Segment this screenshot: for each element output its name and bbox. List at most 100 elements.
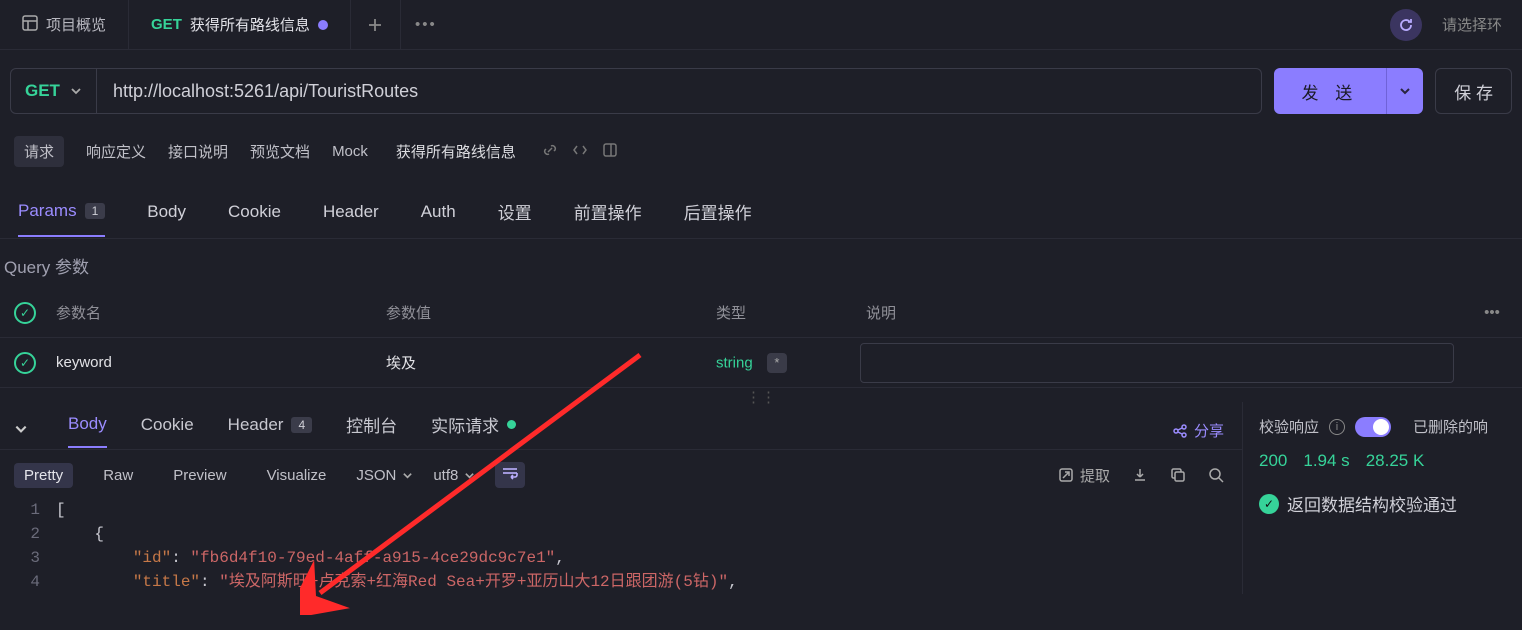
subtab-header[interactable]: Header [323,202,379,236]
download-icon[interactable] [1132,467,1148,483]
tab-project-overview[interactable]: 项目概览 [0,0,129,49]
tab-title: 获得所有路线信息 [190,14,310,35]
method-badge: GET [151,16,182,33]
send-dropdown[interactable] [1386,68,1423,114]
resp-tab-header-label: Header [228,415,284,435]
view-pretty[interactable]: Pretty [14,463,73,488]
resp-tab-header[interactable]: Header 4 [228,415,312,447]
view-raw[interactable]: Raw [93,463,143,488]
copy-icon[interactable] [1170,467,1186,483]
new-tab-button[interactable] [351,0,401,49]
code-l3-val: "fb6d4f10-79ed-4aff-a915-4ce29dc9c7e1" [190,549,555,567]
response-sidebar: 校验响应 i 已删除的响 200 1.94 s 28.25 K ✓ 返回数据结构… [1242,402,1522,594]
url-input[interactable] [97,68,1262,114]
response-time: 1.94 s [1303,451,1349,471]
col-desc: 说明 [860,302,1462,323]
param-value[interactable]: 埃及 [380,352,710,373]
subtab-settings[interactable]: 设置 [498,199,532,238]
code-l2: { [56,525,104,543]
refresh-button[interactable] [1390,9,1422,41]
wrap-icon[interactable] [495,462,525,488]
row-check-icon[interactable]: ✓ [14,352,36,374]
subtab-params[interactable]: Params 1 [18,201,105,237]
save-button[interactable]: 保 存 [1435,68,1512,114]
request-subtabs: Params 1 Body Cookie Header Auth 设置 前置操作… [0,179,1522,239]
subtab-auth[interactable]: Auth [421,202,456,236]
subtab-post[interactable]: 后置操作 [684,199,752,238]
request-row: GET 发 送 保 存 [0,50,1522,128]
col-type: 类型 [710,302,860,323]
share-label: 分享 [1194,420,1224,441]
nav-request[interactable]: 请求 [14,136,64,167]
resp-tab-cookie[interactable]: Cookie [141,415,194,447]
line-gutter: 1234 [0,498,56,594]
tabs-bar: 项目概览 GET 获得所有路线信息 ••• 请选择环 [0,0,1522,50]
extract-label: 提取 [1080,465,1110,486]
drag-handle-icon[interactable]: ⋮⋮ [0,388,1522,402]
collapse-icon[interactable] [14,422,28,440]
check-icon: ✓ [1259,494,1279,514]
view-visualize[interactable]: Visualize [257,463,337,488]
response-size: 28.25 K [1366,451,1425,471]
method-label: GET [25,81,60,101]
share-button[interactable]: 分享 [1172,420,1224,441]
tab-api-active[interactable]: GET 获得所有路线信息 [129,0,351,49]
resp-tab-actual[interactable]: 实际请求 [431,412,516,449]
format-label: JSON [356,467,396,484]
format-select[interactable]: JSON [356,467,413,484]
subtab-body[interactable]: Body [147,202,186,236]
tab-more-button[interactable]: ••• [401,0,451,49]
send-label: 发 送 [1274,79,1387,104]
col-more-icon[interactable]: ••• [1462,304,1522,321]
send-button[interactable]: 发 送 [1274,68,1424,114]
col-value: 参数值 [380,302,710,323]
encoding-select[interactable]: utf8 [433,467,475,484]
param-type[interactable]: string * [710,353,860,373]
code-l4-val: "埃及阿斯旺+卢克索+红海Red Sea+开罗+亚历山大12日跟团游(5钻)" [219,573,728,591]
nav-preview-doc[interactable]: 预览文档 [250,141,310,162]
breadcrumb-title: 获得所有路线信息 [396,141,516,162]
check-all-icon[interactable]: ✓ [14,302,36,324]
subtab-params-label: Params [18,201,77,221]
panel-icon[interactable] [602,142,618,162]
asterisk-icon: * [767,353,787,373]
environment-select[interactable]: 请选择环 [1434,14,1510,35]
nav-response-def[interactable]: 响应定义 [86,141,146,162]
validate-result: 返回数据结构校验通过 [1287,491,1457,516]
search-icon[interactable] [1208,467,1224,483]
param-desc-input[interactable] [860,343,1454,383]
params-header-row: ✓ 参数名 参数值 类型 说明 ••• [0,288,1522,338]
subtab-cookie[interactable]: Cookie [228,202,281,236]
resp-tab-console[interactable]: 控制台 [346,412,397,449]
response-body[interactable]: 1234 [ { "id": "fb6d4f10-79ed-4aff-a915-… [0,498,1242,594]
nav-api-desc[interactable]: 接口说明 [168,141,228,162]
encoding-label: utf8 [433,467,458,484]
resp-tab-actual-label: 实际请求 [431,412,499,437]
params-row[interactable]: ✓ keyword 埃及 string * [0,338,1522,388]
param-name[interactable]: keyword [50,354,380,371]
info-icon[interactable]: i [1329,419,1345,435]
validate-toggle[interactable] [1355,417,1391,437]
link-icon[interactable] [542,142,558,162]
method-select[interactable]: GET [10,68,97,114]
response-container: Body Cookie Header 4 控制台 实际请求 分享 Pretty [0,402,1522,594]
response-left: Body Cookie Header 4 控制台 实际请求 分享 Pretty [0,402,1242,594]
nav-mock[interactable]: Mock [332,143,368,160]
save-label: 保 存 [1454,79,1493,104]
validate-toggle-row: 校验响应 i 已删除的响 [1259,416,1512,437]
subtab-pre[interactable]: 前置操作 [574,199,642,238]
nav-row: 请求 响应定义 接口说明 预览文档 Mock 获得所有路线信息 [0,128,1522,179]
response-tabs: Body Cookie Header 4 控制台 实际请求 分享 [0,402,1242,450]
code-l1: [ [56,501,66,519]
code-l3-key: "id" [133,549,171,567]
extract-button[interactable]: 提取 [1058,465,1110,486]
header-count-badge: 4 [291,417,312,433]
response-toolbar: Pretty Raw Preview Visualize JSON utf8 [0,450,1242,498]
params-count-badge: 1 [85,203,106,219]
resp-tab-body[interactable]: Body [68,414,107,448]
view-preview[interactable]: Preview [163,463,236,488]
code-lines: [ { "id": "fb6d4f10-79ed-4aff-a915-4ce29… [56,498,1242,594]
env-placeholder: 请选择环 [1442,17,1502,34]
nav-icons [542,142,618,162]
code-icon[interactable] [572,142,588,162]
